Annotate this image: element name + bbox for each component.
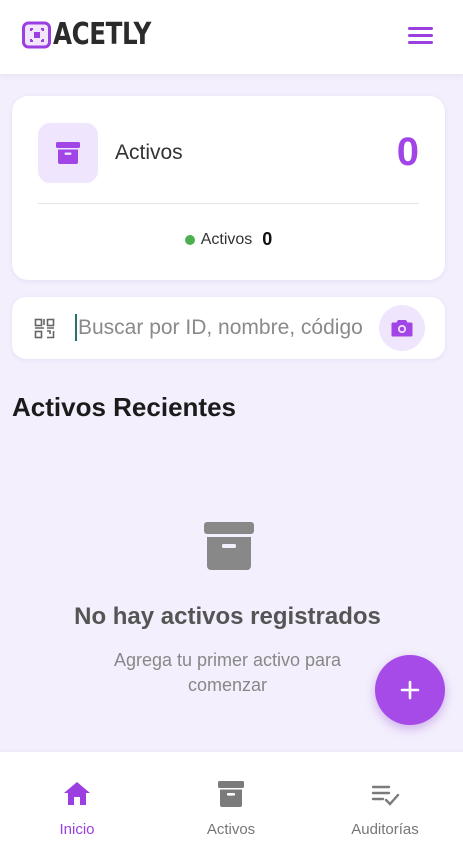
nav-item-auditorias[interactable]: Auditorías <box>308 752 462 850</box>
hamburger-menu-icon[interactable] <box>407 25 435 47</box>
nav-label: Inicio <box>59 821 95 838</box>
plus-icon <box>400 680 420 700</box>
summary-title: Activos <box>115 141 183 164</box>
status-dot-icon <box>184 234 195 245</box>
empty-state-title: No hay activos registrados <box>74 603 381 630</box>
qr-code-icon[interactable] <box>34 318 55 339</box>
add-asset-button[interactable] <box>375 655 445 725</box>
legend-value: 0 <box>262 229 273 249</box>
nav-item-activos[interactable]: Activos <box>154 752 308 850</box>
divider <box>38 203 419 204</box>
text-caret <box>75 314 77 341</box>
home-icon <box>62 779 92 809</box>
nav-label: Auditorías <box>351 821 419 838</box>
recent-assets-heading: Activos Recientes <box>12 392 236 422</box>
legend-label: Activos <box>200 230 253 248</box>
archive-box-icon <box>216 779 246 809</box>
camera-icon <box>391 320 413 337</box>
bottom-navigation: Inicio Activos Auditorías <box>0 752 463 850</box>
nav-label: Activos <box>206 821 256 838</box>
archive-box-icon <box>38 123 98 183</box>
search-input[interactable] <box>78 309 374 347</box>
status-legend: Activos 0 <box>12 229 445 250</box>
search-bar <box>12 297 445 359</box>
nav-item-inicio[interactable]: Inicio <box>0 752 154 850</box>
camera-button[interactable] <box>379 305 425 351</box>
logo-scan-icon <box>22 20 52 50</box>
empty-state-subtitle: Agrega tu primer activo para comenzar <box>113 650 342 695</box>
app-logo: ACETLY <box>22 18 172 52</box>
assets-summary-card: Activos 0 Activos 0 <box>12 96 445 280</box>
logo-text: ACETLY <box>53 17 151 52</box>
summary-count: 0 <box>396 130 419 174</box>
archive-box-icon <box>204 520 254 572</box>
checklist-icon <box>370 779 400 809</box>
app-header: ACETLY <box>0 0 463 74</box>
